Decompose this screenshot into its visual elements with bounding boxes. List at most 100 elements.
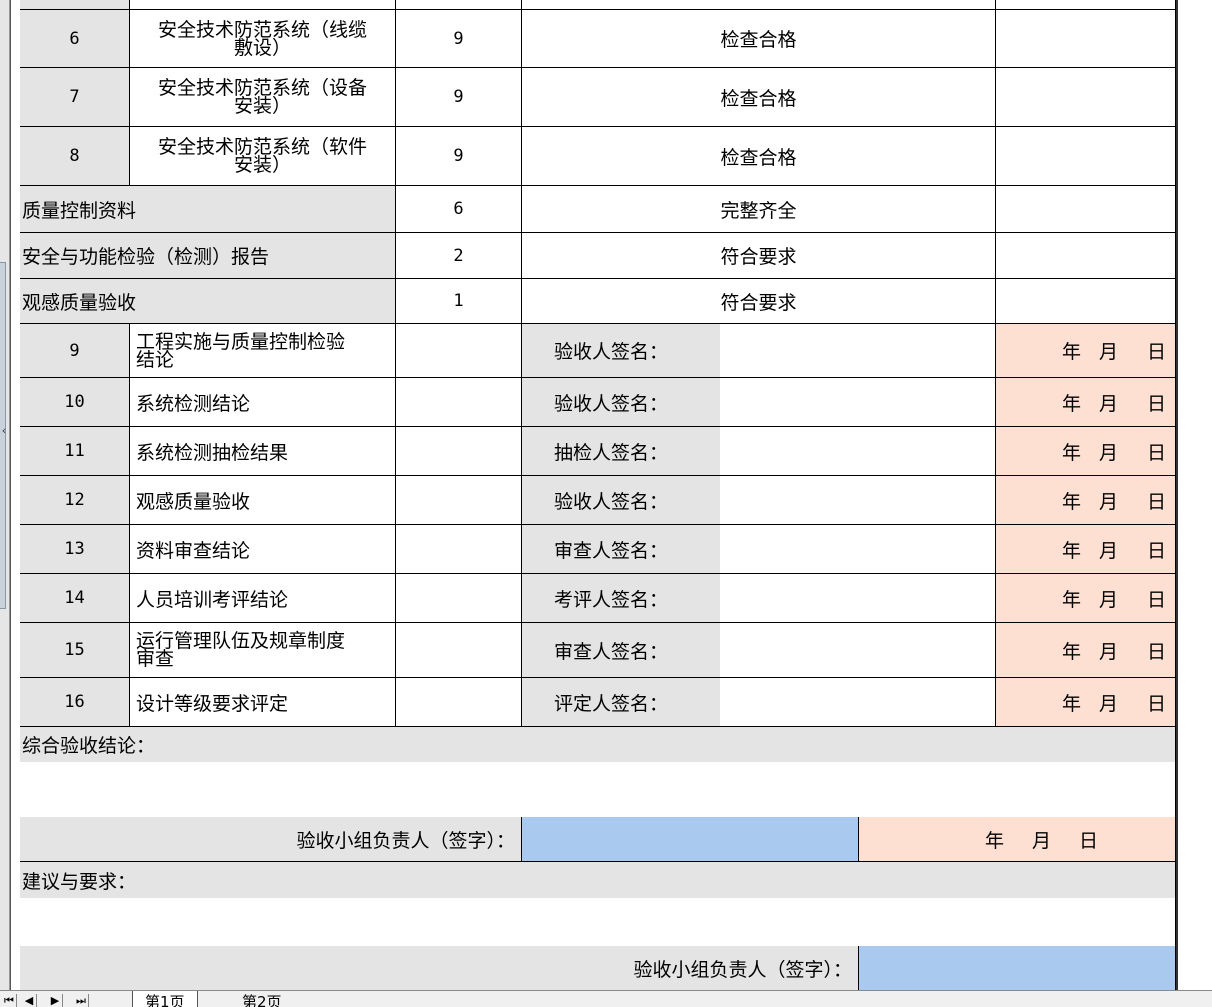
tab-page-2[interactable]: 第2页 <box>230 991 294 1007</box>
result-cell[interactable]: 完整齐全 <box>522 186 996 233</box>
suggestion-body-cell[interactable] <box>20 898 1176 946</box>
sheet-right-margin <box>1176 0 1212 990</box>
row-number: 10 <box>20 378 130 427</box>
signature-cell[interactable] <box>720 427 996 476</box>
date-cell[interactable]: 年月 日 <box>996 678 1176 727</box>
date-cell[interactable]: 年月 日 <box>996 427 1176 476</box>
result-cell[interactable]: 符合要求 <box>522 233 996 279</box>
date-month: 月 <box>1099 441 1119 464</box>
score-cell[interactable]: 9 <box>396 68 522 127</box>
score-cell[interactable] <box>396 678 522 727</box>
first-sheet-icon[interactable]: ⏮ <box>2 994 17 1007</box>
item-name-cell[interactable]: 资料审查结论 <box>130 525 396 574</box>
last-sheet-icon[interactable]: ⏭ <box>74 994 89 1007</box>
signer-label-cell[interactable]: 审查人签名： <box>522 525 720 574</box>
signer-label-cell[interactable]: 考评人签名： <box>522 574 720 623</box>
signer-label-cell[interactable]: 验收人签名： <box>522 476 720 525</box>
date-year: 年 <box>1061 490 1081 513</box>
signature-cell[interactable] <box>720 476 996 525</box>
signature-cell[interactable] <box>720 623 996 678</box>
date-month: 月 <box>1099 692 1119 715</box>
cell-top-no[interactable] <box>20 0 130 10</box>
tab-page-1[interactable]: 第1页 <box>132 991 198 1007</box>
cell-top-item[interactable] <box>130 0 396 10</box>
signer-label-cell[interactable]: 审查人签名： <box>522 623 720 678</box>
score-cell[interactable] <box>396 623 522 678</box>
remark-cell[interactable] <box>996 233 1176 279</box>
item-name-cell[interactable]: 工程实施与质量控制检验 结论 <box>130 324 396 378</box>
item-name-line2: 安装） <box>233 154 291 176</box>
remark-cell[interactable] <box>996 186 1176 233</box>
signature-cell[interactable] <box>720 525 996 574</box>
date-cell[interactable]: 年月 日 <box>996 378 1176 427</box>
cell-top-score[interactable] <box>396 0 522 10</box>
conclusion-signature-cell[interactable] <box>522 817 859 862</box>
suggestion-leader-label-cell[interactable]: 验收小组负责人（签字）： <box>20 946 859 990</box>
date-cell[interactable]: 年月 日 <box>996 324 1176 378</box>
signer-label-cell[interactable]: 抽检人签名： <box>522 427 720 476</box>
prev-sheet-icon[interactable]: ◀ <box>22 994 37 1007</box>
row-number-text: 6 <box>69 28 80 49</box>
score-cell[interactable]: 6 <box>396 186 522 233</box>
item-name-cell[interactable]: 安全技术防范系统（软件 安装） <box>130 127 396 186</box>
cell-top-remark[interactable] <box>996 0 1176 10</box>
conclusion-date-cell[interactable]: 年 月 日 <box>859 817 1176 862</box>
score-cell[interactable] <box>396 525 522 574</box>
summary-item-cell[interactable]: 观感质量验收 <box>20 279 396 324</box>
conclusion-leader-label: 验收小组负责人（签字）： <box>296 829 515 852</box>
signature-cell[interactable] <box>720 378 996 427</box>
item-name-cell[interactable]: 安全技术防范系统（设备 安装） <box>130 68 396 127</box>
result-cell[interactable]: 检查合格 <box>522 127 996 186</box>
row-number: 15 <box>20 623 130 678</box>
signature-cell[interactable] <box>720 324 996 378</box>
result-cell[interactable]: 检查合格 <box>522 10 996 68</box>
suggestion-signature-cell[interactable] <box>859 946 1176 990</box>
score-cell[interactable]: 9 <box>396 127 522 186</box>
summary-item-cell[interactable]: 质量控制资料 <box>20 186 396 233</box>
score-cell[interactable]: 2 <box>396 233 522 279</box>
conclusion-label-cell[interactable]: 综合验收结论： <box>20 727 1176 762</box>
conclusion-leader-label-cell[interactable]: 验收小组负责人（签字）： <box>20 817 522 862</box>
result-cell[interactable]: 符合要求 <box>522 279 996 324</box>
score-cell[interactable] <box>396 378 522 427</box>
next-sheet-icon[interactable]: ▶ <box>48 994 63 1007</box>
date-cell[interactable]: 年月 日 <box>996 623 1176 678</box>
acceptance-form-sheet: 综合验收结论： 验收小组负责人（签字）： 年 月 日 建议与要求： 验收小组负责… <box>20 0 1176 990</box>
item-name-cell[interactable]: 系统检测结论 <box>130 378 396 427</box>
signer-label: 验收人签名： <box>554 341 669 363</box>
item-name-cell[interactable]: 观感质量验收 <box>130 476 396 525</box>
conclusion-date-year: 年 <box>985 829 1005 852</box>
collapse-arrow-icon[interactable]: ‹ <box>0 424 8 438</box>
score-cell[interactable]: 1 <box>396 279 522 324</box>
summary-item-cell[interactable]: 安全与功能检验（检测）报告 <box>20 233 396 279</box>
remark-cell[interactable] <box>996 127 1176 186</box>
signature-cell[interactable] <box>720 678 996 727</box>
remark-cell[interactable] <box>996 68 1176 127</box>
conclusion-body-cell[interactable] <box>20 762 1176 817</box>
score-cell[interactable] <box>396 324 522 378</box>
item-name-cell[interactable]: 运行管理队伍及规章制度 审查 <box>130 623 396 678</box>
item-name-line1: 安全技术防范系统（线缆 <box>157 18 367 41</box>
score-cell[interactable] <box>396 476 522 525</box>
score-cell[interactable] <box>396 427 522 476</box>
result-cell[interactable]: 检查合格 <box>522 68 996 127</box>
signer-label-cell[interactable]: 评定人签名： <box>522 678 720 727</box>
signer-label-cell[interactable]: 验收人签名： <box>522 378 720 427</box>
result-value: 符合要求 <box>720 291 797 314</box>
suggestion-label-cell[interactable]: 建议与要求： <box>20 862 1176 898</box>
date-cell[interactable]: 年月 日 <box>996 574 1176 623</box>
remark-cell[interactable] <box>996 279 1176 324</box>
date-cell[interactable]: 年月 日 <box>996 525 1176 574</box>
signer-label-cell[interactable]: 验收人签名： <box>522 324 720 378</box>
item-name-cell[interactable]: 安全技术防范系统（线缆 敷设） <box>130 10 396 68</box>
score-cell[interactable]: 9 <box>396 10 522 68</box>
item-name-cell[interactable]: 设计等级要求评定 <box>130 678 396 727</box>
row-number: 9 <box>20 324 130 378</box>
date-cell[interactable]: 年月 日 <box>996 476 1176 525</box>
signature-cell[interactable] <box>720 574 996 623</box>
cell-top-result[interactable] <box>522 0 996 10</box>
score-cell[interactable] <box>396 574 522 623</box>
item-name-cell[interactable]: 人员培训考评结论 <box>130 574 396 623</box>
item-name-cell[interactable]: 系统检测抽检结果 <box>130 427 396 476</box>
remark-cell[interactable] <box>996 10 1176 68</box>
